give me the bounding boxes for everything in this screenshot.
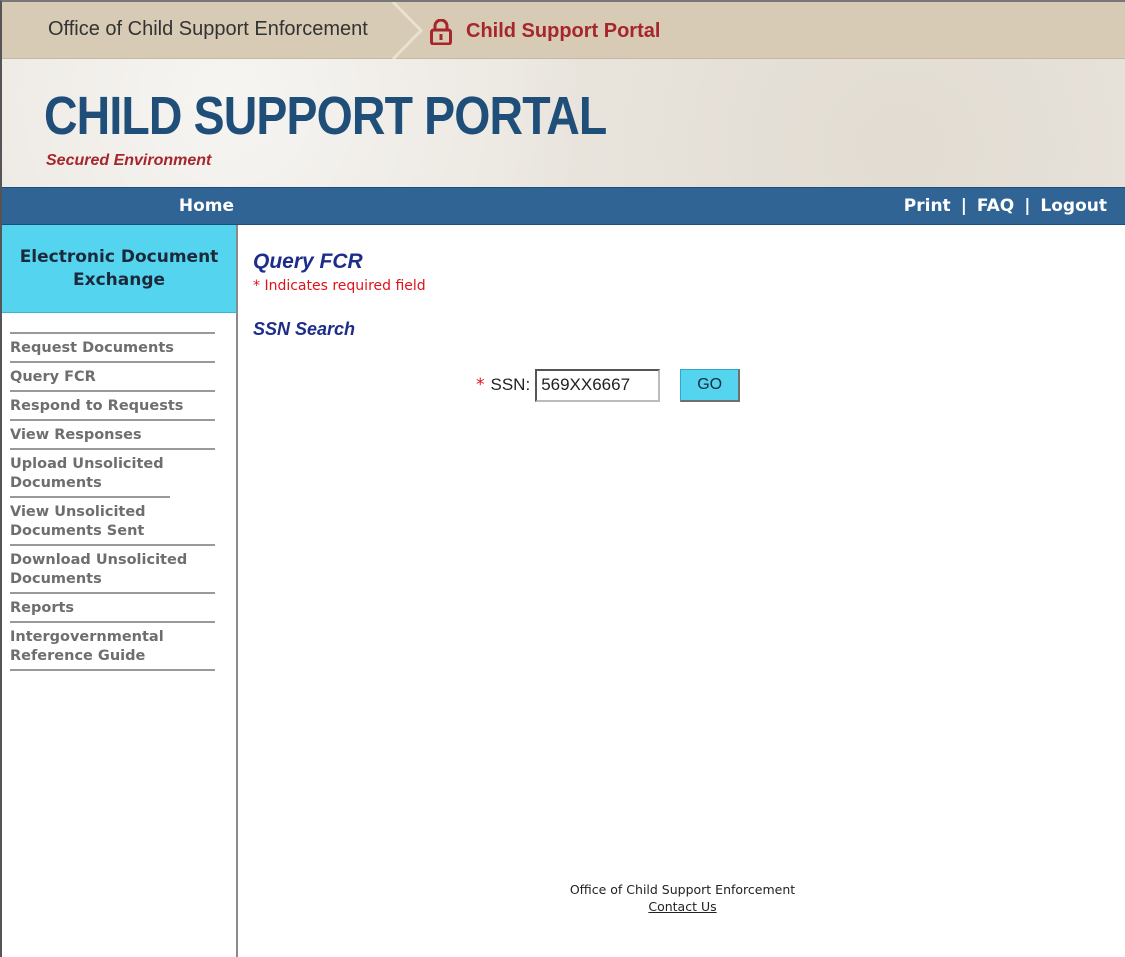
portal-banner: CHILD SUPPORT PORTAL Secured Environment bbox=[2, 59, 1125, 187]
nav-faq-link[interactable]: FAQ bbox=[977, 196, 1014, 216]
required-marker: * bbox=[476, 375, 485, 395]
sidebar-item-request-documents[interactable]: Request Documents bbox=[10, 334, 215, 363]
breadcrumb-chevron-icon bbox=[391, 2, 424, 59]
sidebar-item-view-unsolicited-documents-sent[interactable]: View Unsolicited Documents Sent bbox=[10, 498, 215, 546]
top-bar: Office of Child Support Enforcement Chil… bbox=[2, 2, 1125, 59]
go-button[interactable]: GO bbox=[680, 368, 741, 402]
child-support-portal-link[interactable]: Child Support Portal bbox=[466, 20, 660, 43]
sidebar-item-query-fcr[interactable]: Query FCR bbox=[10, 363, 215, 392]
footer-org-name: Office of Child Support Enforcement bbox=[569, 882, 796, 897]
sidebar-menu: Request Documents Query FCR Respond to R… bbox=[10, 332, 215, 671]
nav-separator: | bbox=[1024, 196, 1031, 216]
sidebar-item-intergovernmental-reference-guide[interactable]: Intergovernmental Reference Guide bbox=[10, 623, 215, 671]
agency-link[interactable]: Office of Child Support Enforcement bbox=[48, 18, 368, 41]
sidebar-item-respond-to-requests[interactable]: Respond to Requests bbox=[10, 392, 215, 421]
footer: Office of Child Support Enforcement Cont… bbox=[238, 882, 1125, 914]
sidebar-item-download-unsolicited-documents[interactable]: Download Unsolicited Documents bbox=[10, 546, 215, 594]
sidebar-item-upload-unsolicited-documents[interactable]: Upload Unsolicited Documents bbox=[10, 450, 170, 498]
nav-utility-links: Print | FAQ | Logout bbox=[904, 188, 1107, 224]
nav-separator: | bbox=[960, 196, 967, 216]
sidebar-header: Electronic Document Exchange bbox=[2, 225, 236, 313]
lock-icon bbox=[430, 19, 452, 45]
nav-home-link[interactable]: Home bbox=[2, 188, 238, 224]
ssn-input[interactable] bbox=[535, 368, 661, 402]
nav-print-link[interactable]: Print bbox=[904, 196, 951, 216]
sidebar: Electronic Document Exchange Request Doc… bbox=[2, 225, 238, 957]
contact-us-link[interactable]: Contact Us bbox=[648, 899, 716, 914]
sidebar-item-reports[interactable]: Reports bbox=[10, 594, 215, 623]
portal-logo-subtitle: Secured Environment bbox=[46, 152, 212, 169]
required-field-note: * Indicates required field bbox=[253, 278, 426, 294]
main-content: Query FCR * Indicates required field SSN… bbox=[238, 225, 1125, 957]
sidebar-item-view-responses[interactable]: View Responses bbox=[10, 421, 215, 450]
ssn-label: SSN: bbox=[490, 375, 531, 394]
page-title: Query FCR bbox=[253, 250, 363, 273]
browser-frame: Office of Child Support Enforcement Chil… bbox=[0, 0, 1125, 957]
ssn-search-row: * SSN: GO bbox=[476, 368, 741, 402]
nav-logout-link[interactable]: Logout bbox=[1040, 196, 1107, 216]
ssn-search-heading: SSN Search bbox=[253, 319, 356, 339]
portal-logo-title: CHILD SUPPORT PORTAL bbox=[44, 86, 607, 146]
sidebar-header-label: Electronic Document Exchange bbox=[19, 246, 219, 290]
main-nav-bar: Home Print | FAQ | Logout bbox=[2, 187, 1125, 225]
